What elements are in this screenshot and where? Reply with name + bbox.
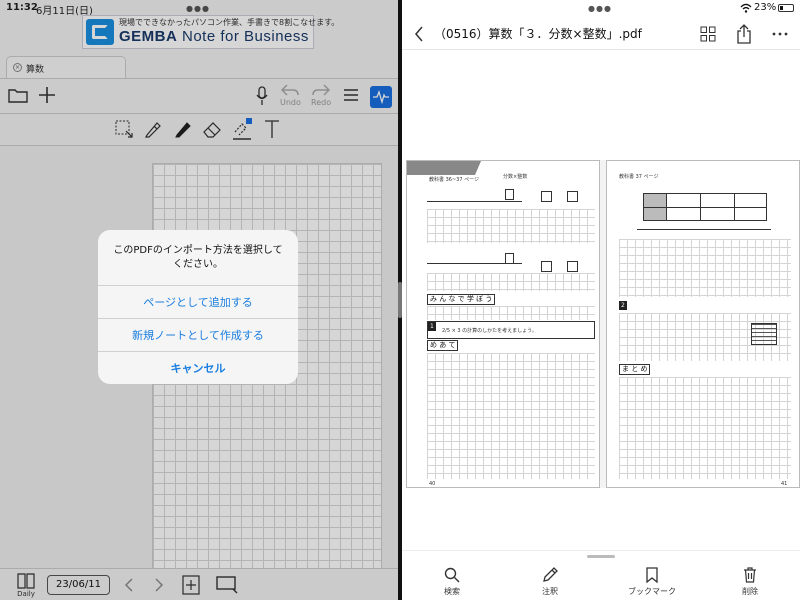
bookmark-button[interactable]: ブックマーク — [622, 567, 682, 597]
calc-grid-2 — [427, 273, 595, 291]
pdf-header: （0516）算数「３．分数×整数」.pdf — [402, 18, 800, 50]
pdf-title: （0516）算数「３．分数×整数」.pdf — [434, 27, 642, 41]
meate-label: め あ て — [427, 340, 459, 351]
right-page-number: 41 — [781, 481, 788, 487]
more-button[interactable] — [772, 32, 788, 36]
tape-diagram — [643, 193, 767, 221]
work-grid-left — [427, 353, 595, 479]
gemba-note-pane: 11:32 6月11日(日) ●●● 現場でできなかったパソコン作業、手書きで8… — [0, 0, 398, 600]
hatched-box — [751, 323, 777, 345]
right-page-header: 教科書 37 ページ — [619, 174, 659, 180]
wifi-icon — [740, 3, 752, 13]
calc-grid-4 — [619, 239, 791, 297]
page-header-band-icon — [407, 161, 481, 175]
battery-percent: 23% — [754, 2, 777, 13]
multitasking-dots-icon[interactable]: ●●● — [588, 4, 612, 13]
box-5 — [541, 261, 552, 272]
search-label: 検索 — [444, 587, 460, 596]
grid-view-icon — [700, 26, 716, 42]
problem-1-number: 1 — [428, 322, 436, 331]
cancel-button[interactable]: キャンセル — [98, 351, 298, 384]
status-bar-right: ●●● 23% — [402, 0, 800, 16]
bookmark-label: ブックマーク — [628, 587, 676, 596]
pdf-page-40: 教科書 36~37 ページ 分数×整数 み ん な で 学 ぼ う 1 2/5 — [406, 160, 600, 488]
back-button[interactable] — [414, 25, 424, 43]
annotate-button[interactable]: 注釈 — [520, 567, 580, 597]
box-6 — [567, 261, 578, 272]
ellipsis-icon — [772, 32, 788, 36]
left-page-header: 教科書 36~37 ページ — [429, 177, 479, 183]
box-4 — [505, 253, 515, 264]
minna-label: み ん な で 学 ぼ う — [427, 294, 496, 305]
number-line-1 — [427, 201, 522, 202]
number-line-3 — [637, 229, 771, 230]
box-3 — [567, 191, 578, 202]
pencil-icon — [543, 567, 558, 582]
pdf-spread[interactable]: 教科書 36~37 ページ 分数×整数 み ん な で 学 ぼ う 1 2/5 — [406, 160, 800, 488]
left-page-number: 40 — [429, 481, 436, 487]
box-2 — [541, 191, 552, 202]
pdf-bottom-toolbar: 検索 注釈 ブックマーク 削除 — [402, 550, 800, 600]
delete-label: 削除 — [742, 587, 758, 596]
annotate-label: 注釈 — [542, 587, 558, 596]
calc-grid-3 — [427, 306, 595, 320]
share-button[interactable] — [736, 24, 752, 44]
search-button[interactable]: 検索 — [422, 567, 482, 597]
pdf-document-view[interactable]: 教科書 36~37 ページ 分数×整数 み ん な で 学 ぼ う 1 2/5 — [402, 50, 800, 550]
problem-1-text: 2/5 × 3 の計算のしかたを考えましょう。 — [442, 328, 537, 334]
left-page-subject: 分数×整数 — [503, 174, 528, 180]
delete-button[interactable]: 削除 — [720, 567, 780, 597]
search-icon — [444, 567, 460, 583]
chevron-left-icon — [415, 26, 423, 42]
dialog-message: このPDFのインポート方法を選択してください。 — [113, 245, 283, 270]
add-as-page-button[interactable]: ページとして追加する — [98, 285, 298, 318]
pdf-viewer-pane: ●●● 23% （0516）算数「３．分数×整数」.pdf 教科書 36~37 … — [402, 0, 800, 600]
matome-label: ま と め — [619, 364, 651, 375]
calc-grid-1 — [427, 209, 595, 243]
box-1 — [505, 189, 515, 200]
pdf-page-41: 教科書 37 ページ 2 ま と め 41 — [606, 160, 800, 488]
sheet-grabber[interactable] — [587, 555, 615, 558]
thumbnails-button[interactable] — [700, 26, 716, 42]
problem-1-box: 1 2/5 × 3 の計算のしかたを考えましょう。 — [427, 321, 595, 339]
work-grid-right — [619, 377, 791, 479]
battery-icon — [778, 4, 794, 12]
problem-2-number: 2 — [619, 301, 627, 310]
share-icon — [737, 24, 751, 44]
pdf-import-dialog: このPDFのインポート方法を選択してください。 ページとして追加する 新規ノート… — [98, 230, 298, 384]
trash-icon — [744, 567, 756, 583]
bookmark-icon — [646, 567, 658, 583]
create-new-note-button[interactable]: 新規ノートとして作成する — [98, 318, 298, 351]
